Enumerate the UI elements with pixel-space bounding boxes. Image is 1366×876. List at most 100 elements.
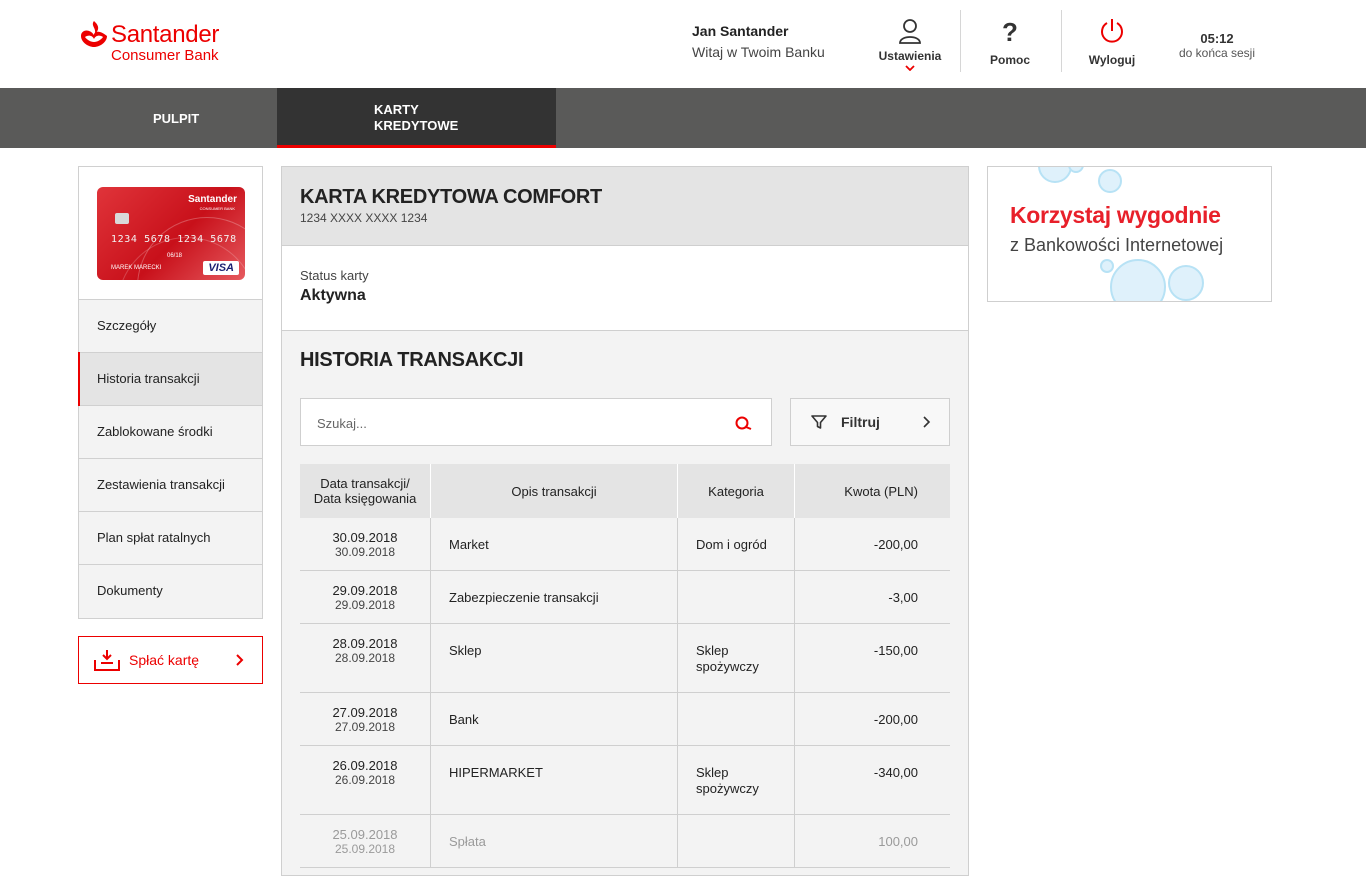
amount-cell: -150,00	[873, 643, 918, 658]
welcome-text: Witaj w Twoim Banku	[692, 44, 825, 60]
booking-date: 26.09.2018	[334, 773, 396, 787]
flame-logo-icon	[81, 21, 107, 47]
visa-logo: VISA	[203, 261, 239, 275]
column-divider	[677, 571, 678, 623]
booking-date: 27.09.2018	[334, 720, 396, 734]
table-row[interactable]: 26.09.2018 26.09.2018 HIPERMARKET Sklep s…	[300, 746, 950, 815]
user-name: Jan Santander	[692, 23, 789, 39]
sidebar-item-historia-transakcji[interactable]: Historia transakcji	[78, 352, 262, 406]
bubble-decoration	[1100, 259, 1114, 273]
credit-card-image: Santander CONSUMER BANK 1234 5678 1234 5…	[97, 187, 245, 280]
card-header: KARTA KREDYTOWA COMFORT 1234 XXXX XXXX 1…	[282, 167, 968, 246]
header-divider	[960, 10, 961, 72]
category-cell: Sklep spożywczy	[696, 746, 796, 814]
tab-pulpit[interactable]: PULPIT	[0, 88, 277, 148]
column-divider	[430, 518, 431, 570]
card-number: 1234 XXXX XXXX 1234	[300, 211, 428, 225]
table-row[interactable]: 28.09.2018 28.09.2018 Sklep Sklep spożywc…	[300, 624, 950, 693]
search-input[interactable]	[317, 413, 717, 433]
session-time: 05:12	[1200, 31, 1234, 46]
chip-icon	[115, 213, 129, 224]
card-status: Status karty Aktywna	[282, 246, 968, 331]
col-amount[interactable]: Kwota (PLN)	[795, 464, 950, 518]
sidebar-item-zestawienia-transakcji[interactable]: Zestawienia transakcji	[79, 459, 262, 512]
column-divider	[677, 693, 678, 745]
session-text: do końca sesji	[1178, 46, 1256, 60]
table-row[interactable]: 30.09.2018 30.09.2018 Market Dom i ogród…	[300, 518, 950, 571]
category-cell	[696, 571, 796, 623]
amount-cell: -340,00	[873, 765, 918, 780]
column-divider	[677, 746, 678, 814]
bubble-decoration	[1168, 265, 1204, 301]
brand-subtitle: Consumer Bank	[111, 47, 219, 64]
bubble-decoration	[1098, 169, 1122, 193]
transactions-table: Data transakcji/ Data księgowania Opis t…	[300, 464, 950, 868]
user-greeting: Jan Santander Witaj w Twoim Banku	[692, 22, 825, 61]
booking-date: 30.09.2018	[334, 545, 396, 559]
pay-card-button[interactable]: Spłać kartę	[78, 636, 263, 684]
date-cell: 28.09.2018 28.09.2018	[300, 624, 430, 692]
sidebar-item-plan-splat-ratalnych[interactable]: Plan spłat ratalnych	[79, 512, 262, 565]
transaction-date: 27.09.2018	[332, 705, 398, 720]
category-line: spożywczy	[696, 781, 759, 796]
funnel-icon	[811, 415, 827, 429]
search-icon[interactable]	[735, 414, 753, 432]
table-row[interactable]: 25.09.2018 25.09.2018 Spłata 100,00	[300, 815, 950, 868]
col-description[interactable]: Opis transakcji	[431, 464, 677, 518]
sidebar-item-dokumenty[interactable]: Dokumenty	[79, 565, 262, 618]
brand-name: Santander	[111, 21, 220, 48]
col-date-line2: Data księgowania	[313, 491, 417, 506]
tab-label: KARTY KREDYTOWE	[374, 102, 459, 133]
col-date[interactable]: Data transakcji/ Data księgowania	[300, 464, 430, 518]
card-thumbnail: Santander CONSUMER BANK 1234 5678 1234 5…	[79, 167, 262, 300]
date-cell: 30.09.2018 30.09.2018	[300, 518, 430, 570]
card-brand: Santander	[188, 194, 237, 205]
power-icon	[1101, 19, 1123, 43]
help-button[interactable]: ? Pomoc	[978, 10, 1042, 72]
card-brand-sub: CONSUMER BANK	[199, 206, 235, 211]
table-row[interactable]: 27.09.2018 27.09.2018 Bank -200,00	[300, 693, 950, 746]
description-cell: Zabezpieczenie transakcji	[449, 590, 599, 605]
date-cell: 25.09.2018 25.09.2018	[300, 815, 430, 867]
card-expiry: 06/18	[167, 253, 183, 259]
column-divider	[677, 624, 678, 692]
tab-label: PULPIT	[153, 111, 200, 126]
description-cell: Spłata	[449, 834, 486, 849]
booking-date: 28.09.2018	[334, 651, 396, 665]
column-divider	[430, 624, 431, 692]
column-divider	[430, 815, 431, 867]
user-icon	[899, 19, 921, 44]
download-tray-icon	[94, 650, 120, 671]
sidebar-item-zablokowane-srodki[interactable]: Zablokowane środki	[79, 406, 262, 459]
status-value: Aktywna	[300, 287, 366, 304]
card-details-panel: KARTA KREDYTOWA COMFORT 1234 XXXX XXXX 1…	[281, 166, 969, 876]
transaction-date: 30.09.2018	[332, 530, 398, 545]
amount-cell: 100,00	[878, 834, 918, 849]
status-label: Status karty	[300, 268, 369, 283]
description-cell: Market	[449, 537, 489, 552]
category-line: Sklep	[696, 765, 729, 780]
column-divider	[430, 693, 431, 745]
pay-card-label: Spłać kartę	[129, 652, 200, 668]
settings-button[interactable]: Ustawienia	[872, 10, 948, 72]
chevron-right-icon	[923, 416, 931, 428]
promo-banner[interactable]: Korzystaj wygodnie z Bankowości Internet…	[987, 166, 1272, 302]
sidebar-item-szczegoly[interactable]: Szczegóły	[79, 300, 262, 353]
header-divider	[1061, 10, 1062, 72]
category-cell	[696, 693, 796, 745]
banner-subline: z Bankowości Internetowej	[1010, 235, 1224, 255]
category-cell: Sklep spożywczy	[696, 624, 796, 692]
filter-button[interactable]: Filtruj	[790, 398, 950, 446]
logout-button[interactable]: Wyloguj	[1080, 10, 1144, 72]
table-header: Data transakcji/ Data księgowania Opis t…	[300, 464, 950, 518]
col-category[interactable]: Kategoria	[678, 464, 794, 518]
chevron-right-icon	[236, 654, 244, 666]
bubble-decoration	[1110, 259, 1166, 301]
tab-karty-kredytowe[interactable]: KARTY KREDYTOWE	[277, 88, 556, 148]
logout-label: Wyloguj	[1088, 53, 1136, 67]
svg-text:?: ?	[1002, 18, 1018, 46]
table-row[interactable]: 29.09.2018 29.09.2018 Zabezpieczenie tra…	[300, 571, 950, 624]
transaction-date: 28.09.2018	[332, 636, 398, 651]
amount-cell: -200,00	[873, 537, 918, 552]
santander-logo[interactable]: Santander Consumer Bank	[79, 18, 239, 68]
